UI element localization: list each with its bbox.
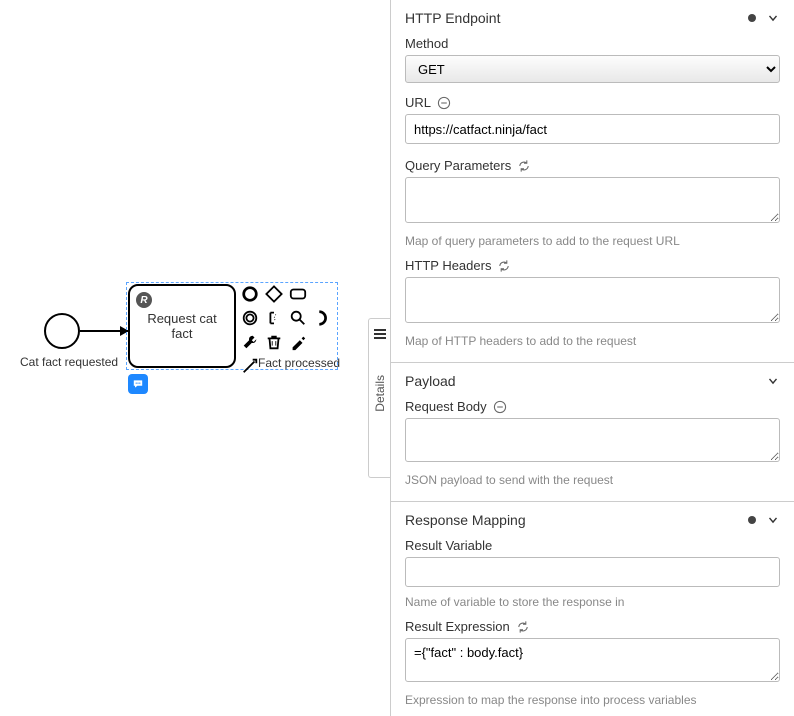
url-label: URL: [405, 95, 780, 110]
wrench-icon[interactable]: [240, 332, 260, 352]
speech-bubble-icon: [132, 378, 144, 390]
panel-toggle[interactable]: Details: [368, 318, 390, 478]
append-gateway-icon[interactable]: [264, 284, 284, 304]
task-type-marker-icon: R: [136, 292, 152, 308]
trash-icon[interactable]: [264, 332, 284, 352]
result-expression-hint: Expression to map the response into proc…: [405, 693, 780, 707]
hamburger-icon: [374, 327, 386, 341]
start-event-label: Cat fact requested: [20, 355, 118, 369]
result-expression-label: Result Expression: [405, 619, 780, 634]
diagram-canvas[interactable]: Cat fact requested R Request cat fact Fa…: [0, 0, 390, 716]
color-picker-icon[interactable]: [288, 332, 308, 352]
sequence-flow[interactable]: [80, 330, 128, 332]
result-variable-label: Result Variable: [405, 538, 780, 553]
service-task[interactable]: R Request cat fact: [128, 284, 236, 368]
query-params-input[interactable]: [405, 177, 780, 223]
chevron-down-icon[interactable]: [766, 11, 780, 25]
start-event[interactable]: [44, 313, 80, 349]
comment-badge[interactable]: [128, 374, 148, 394]
result-variable-hint: Name of variable to store the response i…: [405, 595, 780, 609]
url-input[interactable]: [405, 114, 780, 144]
headers-hint: Map of HTTP headers to add to the reques…: [405, 334, 780, 348]
properties-panel: HTTP Endpoint Method GET URL Query Param…: [390, 0, 794, 716]
section-modified-indicator-icon: [748, 14, 756, 22]
result-variable-input[interactable]: [405, 557, 780, 587]
refresh-icon[interactable]: [516, 620, 530, 634]
result-expression-input[interactable]: ={"fact" : body.fact}: [405, 638, 780, 682]
panel-toggle-label: Details: [373, 375, 387, 412]
request-body-label: Request Body: [405, 399, 780, 414]
section-payload: Payload Request Body JSON payload to sen…: [391, 363, 794, 502]
query-params-label: Query Parameters: [405, 158, 780, 173]
attach-event-icon[interactable]: [312, 308, 332, 328]
headers-input[interactable]: [405, 277, 780, 323]
chevron-down-icon[interactable]: [766, 374, 780, 388]
end-event-label: Fact processed: [258, 356, 340, 370]
chevron-down-icon[interactable]: [766, 513, 780, 527]
section-http-endpoint: HTTP Endpoint Method GET URL Query Param…: [391, 0, 794, 363]
request-body-hint: JSON payload to send with the request: [405, 473, 780, 487]
section-title: Response Mapping: [405, 512, 526, 528]
append-task-icon[interactable]: [288, 284, 308, 304]
search-icon[interactable]: [288, 308, 308, 328]
connect-icon[interactable]: [240, 356, 260, 376]
append-intermediate-event-icon[interactable]: [240, 308, 260, 328]
fx-icon[interactable]: [437, 96, 451, 110]
section-response-mapping: Response Mapping Result Variable Name of…: [391, 502, 794, 716]
query-params-hint: Map of query parameters to add to the re…: [405, 234, 780, 248]
section-modified-indicator-icon: [748, 516, 756, 524]
section-title: HTTP Endpoint: [405, 10, 500, 26]
method-select[interactable]: GET: [405, 55, 780, 83]
refresh-icon[interactable]: [517, 159, 531, 173]
append-end-event-icon[interactable]: [240, 284, 260, 304]
section-title: Payload: [405, 373, 456, 389]
annotation-icon[interactable]: [264, 308, 284, 328]
headers-label: HTTP Headers: [405, 258, 780, 273]
method-label: Method: [405, 36, 780, 51]
task-label: Request cat fact: [136, 311, 228, 341]
refresh-icon[interactable]: [497, 259, 511, 273]
fx-icon[interactable]: [493, 400, 507, 414]
request-body-input[interactable]: [405, 418, 780, 462]
